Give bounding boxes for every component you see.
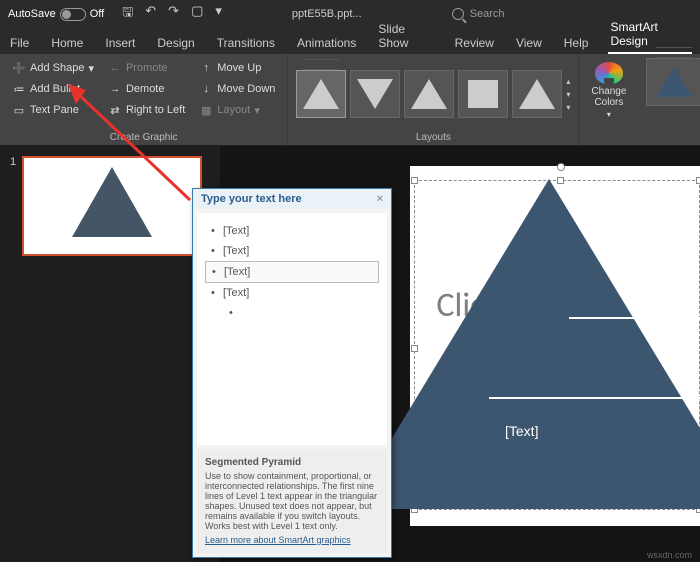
palette-icon bbox=[595, 62, 623, 84]
tab-file[interactable]: File bbox=[8, 32, 31, 54]
textpane-info-body: Use to show containment, proportional, o… bbox=[205, 471, 377, 531]
quick-access-toolbar: 🖫 ↶ ↷ ▢ ▾ bbox=[122, 3, 222, 25]
group-create-graphic: ➕Add Shape ▾ ≔Add Bullet ▭Text Pane ←Pro… bbox=[0, 54, 288, 145]
group-layouts: ▴▾▾ Layouts bbox=[288, 54, 579, 145]
watermark: wsxdn.com bbox=[647, 550, 692, 560]
layout-option-3[interactable] bbox=[404, 70, 454, 118]
bullet-icon: ≔ bbox=[12, 82, 26, 96]
layout-icon: ▦ bbox=[199, 103, 213, 117]
save-icon[interactable]: 🖫 bbox=[122, 3, 133, 25]
textpane-header: Type your text here × bbox=[193, 189, 391, 209]
ribbon: ➕Add Shape ▾ ≔Add Bullet ▭Text Pane ←Pro… bbox=[0, 54, 700, 146]
pyramid-divider bbox=[639, 247, 700, 249]
qat-more-icon[interactable]: ▾ bbox=[215, 3, 222, 25]
textpane-item[interactable]: [Text] bbox=[205, 283, 379, 303]
search-placeholder: Search bbox=[470, 8, 505, 20]
tab-insert[interactable]: Insert bbox=[103, 32, 137, 54]
right-to-left-button[interactable]: ⇄Right to Left bbox=[104, 100, 189, 120]
thumbnail-number: 1 bbox=[10, 156, 16, 168]
present-icon[interactable]: ▢ bbox=[191, 3, 203, 25]
tab-smartart-design[interactable]: SmartArt Design bbox=[608, 16, 692, 54]
chevron-down-icon: ▾ bbox=[254, 104, 260, 117]
tab-design[interactable]: Design bbox=[155, 32, 196, 54]
pyramid-text-2[interactable]: [Text] bbox=[656, 333, 689, 349]
close-icon[interactable]: × bbox=[377, 193, 383, 205]
textpane-title: Type your text here bbox=[201, 193, 302, 205]
move-up-button[interactable]: ↑Move Up bbox=[195, 58, 279, 78]
rotate-handle[interactable] bbox=[557, 163, 565, 171]
tab-home[interactable]: Home bbox=[49, 32, 85, 54]
add-shape-icon: ➕ bbox=[12, 61, 26, 75]
move-down-button[interactable]: ↓Move Down bbox=[195, 79, 279, 99]
textpane-info: Segmented Pyramid Use to show containmen… bbox=[197, 449, 387, 553]
chevron-down-icon: ▾ bbox=[607, 110, 611, 119]
layout-option-2[interactable] bbox=[350, 70, 400, 118]
demote-button[interactable]: →Demote bbox=[104, 79, 189, 99]
tab-help[interactable]: Help bbox=[562, 32, 591, 54]
smartart-selection[interactable]: [Text] [Text] [Text] bbox=[414, 180, 700, 510]
ribbon-tabs: File Home Insert Design Transitions Anim… bbox=[0, 28, 700, 54]
autosave-state: Off bbox=[90, 8, 104, 20]
tab-slideshow[interactable]: Slide Show bbox=[376, 18, 434, 54]
pyramid-smartart[interactable] bbox=[349, 179, 700, 509]
pyramid-text-3[interactable]: [Text] bbox=[505, 423, 689, 439]
style-option-1[interactable] bbox=[646, 58, 700, 106]
layouts-scroll[interactable]: ▴▾▾ bbox=[566, 77, 570, 112]
rtl-icon: ⇄ bbox=[108, 103, 122, 117]
layout-button[interactable]: ▦Layout ▾ bbox=[195, 100, 279, 120]
title-bar: AutoSave Off 🖫 ↶ ↷ ▢ ▾ pptE55B.ppt... Se… bbox=[0, 0, 700, 28]
move-up-icon: ↑ bbox=[199, 61, 213, 75]
document-title: pptE55B.ppt... bbox=[292, 8, 362, 20]
chevron-down-icon: ▾ bbox=[566, 90, 570, 99]
promote-button[interactable]: ←Promote bbox=[104, 58, 189, 78]
group-change-colors: Change Colors ▾ bbox=[579, 54, 638, 145]
move-down-icon: ↓ bbox=[199, 82, 213, 96]
add-bullet-button[interactable]: ≔Add Bullet bbox=[8, 79, 98, 99]
autosave-label: AutoSave bbox=[8, 8, 56, 20]
add-shape-button[interactable]: ➕Add Shape ▾ bbox=[8, 58, 98, 78]
chevron-up-icon: ▴ bbox=[566, 77, 570, 86]
chevron-down-icon: ▾ bbox=[88, 62, 94, 75]
pyramid-divider bbox=[569, 317, 700, 319]
textpane-item[interactable]: [Text] bbox=[205, 241, 379, 261]
pyramid-icon bbox=[72, 167, 152, 237]
layout-option-1[interactable] bbox=[296, 70, 346, 118]
slide-thumbnail-panel: 1 bbox=[0, 146, 220, 562]
textpane-icon: ▭ bbox=[12, 103, 26, 117]
change-colors-button[interactable]: Change Colors ▾ bbox=[587, 58, 630, 123]
pyramid-text-1[interactable]: [Text] bbox=[656, 263, 689, 279]
layout-option-5[interactable] bbox=[512, 70, 562, 118]
redo-icon[interactable]: ↷ bbox=[168, 3, 179, 25]
promote-icon: ← bbox=[108, 61, 122, 75]
tab-review[interactable]: Review bbox=[453, 32, 496, 54]
group-styles bbox=[638, 54, 700, 145]
tab-view[interactable]: View bbox=[514, 32, 544, 54]
group-label-create-graphic: Create Graphic bbox=[8, 130, 279, 143]
search-box[interactable]: Search bbox=[452, 8, 505, 20]
autosave-toggle[interactable]: AutoSave Off bbox=[8, 8, 104, 21]
layout-option-4[interactable] bbox=[458, 70, 508, 118]
slide-thumbnail-1[interactable] bbox=[22, 156, 202, 256]
demote-icon: → bbox=[108, 82, 122, 96]
textpane-item[interactable]: [Text] bbox=[205, 221, 379, 241]
undo-icon[interactable]: ↶ bbox=[145, 3, 156, 25]
text-pane-button[interactable]: ▭Text Pane bbox=[8, 100, 98, 120]
toggle-switch[interactable] bbox=[60, 8, 86, 21]
pyramid-divider bbox=[489, 397, 700, 399]
textpane-body[interactable]: [Text] [Text] [Text] [Text] bbox=[197, 213, 387, 445]
tab-transitions[interactable]: Transitions bbox=[215, 32, 277, 54]
textpane-info-link[interactable]: Learn more about SmartArt graphics bbox=[205, 535, 379, 545]
tab-animations[interactable]: Animations bbox=[295, 32, 358, 54]
textpane-subitem[interactable] bbox=[205, 303, 379, 311]
textpane-info-title: Segmented Pyramid bbox=[205, 457, 379, 468]
search-icon bbox=[452, 8, 464, 20]
smartart-text-pane[interactable]: Type your text here × [Text] [Text] [Tex… bbox=[192, 188, 392, 558]
group-label-layouts: Layouts bbox=[296, 130, 570, 143]
textpane-item-selected[interactable]: [Text] bbox=[205, 261, 379, 283]
